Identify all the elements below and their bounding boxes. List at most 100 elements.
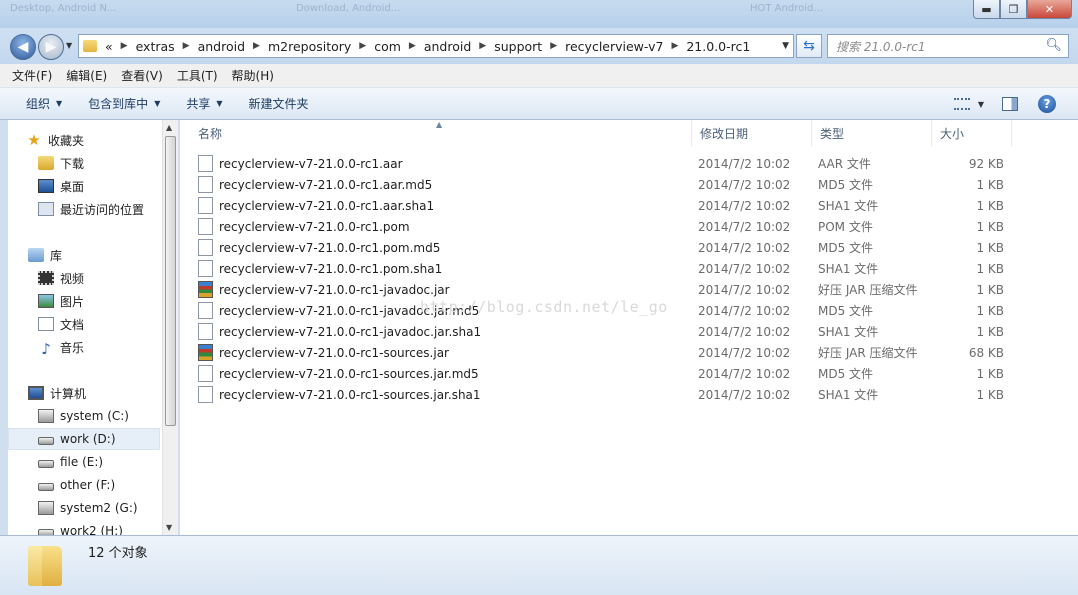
table-row[interactable]: recyclerview-v7-21.0.0-rc1.pom.md5 2014/7…	[198, 237, 1028, 258]
chevron-right-icon[interactable]: ▶	[121, 41, 128, 51]
nav-documents[interactable]: 文档	[38, 313, 177, 335]
menu-file[interactable]: 文件(F)	[12, 67, 52, 84]
breadcrumb-android-2[interactable]: android	[424, 39, 471, 54]
breadcrumb-overflow[interactable]: «	[105, 39, 113, 54]
column-header-name[interactable]: 名称	[190, 120, 692, 146]
scroll-up-icon[interactable]: ▲	[166, 123, 172, 132]
include-library-label: 包含到库中	[88, 97, 149, 111]
item-count: 12 个对象	[88, 546, 148, 561]
file-size: 1 KB	[976, 324, 1004, 339]
chevron-right-icon[interactable]: ▶	[359, 41, 366, 51]
window-controls: ▬ ❐ ✕	[973, 0, 1072, 19]
breadcrumb-support[interactable]: support	[494, 39, 542, 54]
file-icon	[198, 260, 213, 277]
file-date: 2014/7/2 10:02	[698, 303, 791, 318]
refresh-button[interactable]: ⇆	[796, 34, 822, 58]
column-header-date[interactable]: 修改日期	[692, 120, 812, 146]
nav-scrollbar[interactable]: ▲ ▼	[162, 120, 178, 535]
file-size: 1 KB	[976, 198, 1004, 213]
breadcrumb-android[interactable]: android	[198, 39, 245, 54]
table-row[interactable]: recyclerview-v7-21.0.0-rc1.aar 2014/7/2 1…	[198, 153, 1028, 174]
arrow-right-icon: ▶	[45, 39, 57, 55]
nav-label: 最近访问的位置	[60, 202, 145, 217]
organize-button[interactable]: 组织 ▼	[26, 95, 62, 112]
breadcrumb-com[interactable]: com	[374, 39, 401, 54]
table-row[interactable]: recyclerview-v7-21.0.0-rc1-javadoc.jar.s…	[198, 321, 1028, 342]
table-row[interactable]: recyclerview-v7-21.0.0-rc1.aar.md5 2014/7…	[198, 174, 1028, 195]
back-button[interactable]: ◀	[10, 34, 36, 60]
table-row[interactable]: recyclerview-v7-21.0.0-rc1.pom.sha1 2014/…	[198, 258, 1028, 279]
table-row[interactable]: recyclerview-v7-21.0.0-rc1-sources.jar 20…	[198, 342, 1028, 363]
search-input[interactable]: 搜索 21.0.0-rc1 🔍︎	[827, 34, 1069, 58]
nav-downloads[interactable]: 下载	[38, 152, 177, 174]
search-icon[interactable]: 🔍︎	[1045, 38, 1062, 53]
nav-drive-f[interactable]: other (F:)	[38, 474, 177, 496]
share-button[interactable]: 共享 ▼	[186, 95, 222, 112]
help-icon[interactable]: ?	[1038, 95, 1056, 113]
table-row[interactable]: recyclerview-v7-21.0.0-rc1.aar.sha1 2014/…	[198, 195, 1028, 216]
nav-music[interactable]: ♪ 音乐	[38, 336, 177, 358]
table-row[interactable]: recyclerview-v7-21.0.0-rc1-javadoc.jar 20…	[198, 279, 1028, 300]
nav-libraries[interactable]: 库	[28, 244, 177, 266]
breadcrumb-recyclerview[interactable]: recyclerview-v7	[565, 39, 663, 54]
include-library-button[interactable]: 包含到库中 ▼	[88, 95, 160, 112]
chevron-right-icon[interactable]: ▶	[479, 41, 486, 51]
nav-drive-e[interactable]: file (E:)	[38, 451, 177, 473]
nav-drive-g[interactable]: system2 (G:)	[38, 497, 177, 519]
table-row[interactable]: recyclerview-v7-21.0.0-rc1.pom 2014/7/2 1…	[198, 216, 1028, 237]
file-date: 2014/7/2 10:02	[698, 345, 791, 360]
nav-label: 库	[50, 248, 63, 263]
breadcrumb-m2repository[interactable]: m2repository	[268, 39, 351, 54]
nav-pictures[interactable]: 图片	[38, 290, 177, 312]
close-button[interactable]: ✕	[1027, 0, 1072, 19]
breadcrumb-version[interactable]: 21.0.0-rc1	[686, 39, 750, 54]
preview-pane-icon[interactable]	[1002, 97, 1018, 111]
scrollbar-thumb[interactable]	[165, 136, 176, 426]
table-row[interactable]: recyclerview-v7-21.0.0-rc1-sources.jar.s…	[198, 384, 1028, 405]
menu-view[interactable]: 查看(V)	[121, 67, 163, 84]
column-label: 大小	[940, 126, 965, 141]
menu-tools[interactable]: 工具(T)	[177, 67, 218, 84]
chevron-right-icon[interactable]: ▶	[183, 41, 190, 51]
download-folder-icon	[38, 156, 54, 170]
minimize-button[interactable]: ▬	[973, 0, 1000, 19]
recent-pages-dropdown[interactable]: ▼	[66, 41, 72, 50]
chevron-right-icon[interactable]: ▶	[550, 41, 557, 51]
background-window-text: HOT Android...	[750, 3, 823, 14]
maximize-button[interactable]: ❐	[1000, 0, 1027, 19]
chevron-right-icon[interactable]: ▶	[253, 41, 260, 51]
address-dropdown-icon[interactable]: ▼	[782, 41, 789, 51]
background-window-text: Download, Android...	[296, 3, 401, 14]
nav-label: work (D:)	[60, 432, 116, 446]
nav-drive-h[interactable]: work2 (H:)	[38, 520, 177, 535]
nav-desktop[interactable]: 桌面	[38, 175, 177, 197]
chevron-right-icon[interactable]: ▶	[409, 41, 416, 51]
view-dropdown-icon[interactable]: ▼	[978, 100, 984, 109]
file-date: 2014/7/2 10:02	[698, 366, 791, 381]
view-options-icon[interactable]	[953, 98, 970, 110]
menu-help[interactable]: 帮助(H)	[232, 67, 274, 84]
nav-videos[interactable]: 视频	[38, 267, 177, 289]
chevron-right-icon[interactable]: ▶	[671, 41, 678, 51]
menu-edit[interactable]: 编辑(E)	[66, 67, 107, 84]
file-type: SHA1 文件	[818, 325, 879, 339]
nav-favorites[interactable]: ★ 收藏夹	[26, 129, 177, 151]
forward-button[interactable]: ▶	[38, 34, 64, 60]
nav-drive-d[interactable]: work (D:)	[8, 428, 160, 450]
column-header-type[interactable]: 类型	[812, 120, 932, 146]
file-date: 2014/7/2 10:02	[698, 324, 791, 339]
file-size: 1 KB	[976, 240, 1004, 255]
column-header-size[interactable]: 大小	[932, 120, 1012, 146]
watermark: http://blog.csdn.net/le_go	[420, 298, 668, 316]
breadcrumb-extras[interactable]: extras	[136, 39, 175, 54]
scroll-down-icon[interactable]: ▼	[166, 523, 172, 532]
table-row[interactable]: recyclerview-v7-21.0.0-rc1-sources.jar.m…	[198, 363, 1028, 384]
file-size: 1 KB	[976, 282, 1004, 297]
new-folder-button[interactable]: 新建文件夹	[249, 95, 309, 112]
file-type: 好压 JAR 压缩文件	[818, 346, 918, 360]
nav-computer[interactable]: 计算机	[28, 382, 177, 404]
nav-drive-c[interactable]: system (C:)	[38, 405, 177, 427]
address-bar[interactable]: « ▶ extras ▶ android ▶ m2repository ▶ co…	[78, 34, 794, 58]
file-icon	[198, 302, 213, 319]
nav-recent[interactable]: 最近访问的位置	[38, 198, 177, 220]
